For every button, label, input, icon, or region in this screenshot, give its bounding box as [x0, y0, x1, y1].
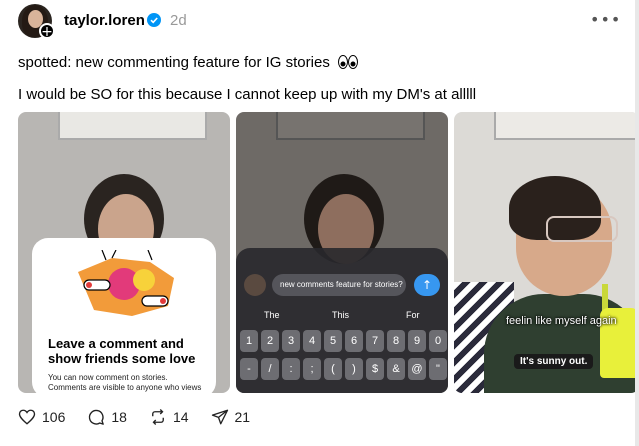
share-count: 21 — [234, 409, 251, 425]
sticker-text: It's sunny out. — [514, 354, 594, 369]
eyes-emoji-icon — [338, 55, 358, 69]
caption-line-1: spotted: new commenting feature for IG s… — [18, 53, 358, 71]
send-arrow-icon[interactable]: ↑ — [414, 274, 440, 296]
suggestion-3[interactable]: For — [406, 310, 420, 320]
post-time: 2d — [170, 12, 187, 29]
suggestion-1[interactable]: The — [264, 310, 280, 320]
key[interactable]: & — [387, 358, 405, 380]
keyboard-overlay: new comments feature for stories? ↑ The … — [236, 248, 448, 393]
media-image-2[interactable]: new comments feature for stories? ↑ The … — [236, 112, 448, 393]
key[interactable]: 1 — [240, 330, 258, 352]
key[interactable]: 4 — [303, 330, 321, 352]
comments-illustration — [78, 250, 174, 316]
key[interactable]: 6 — [345, 330, 363, 352]
key[interactable]: " — [429, 358, 447, 380]
digit-key-row: 1 2 3 4 5 6 7 8 9 0 — [240, 330, 447, 352]
key[interactable]: ; — [303, 358, 321, 380]
comment-input-row: new comments feature for stories? ↑ — [244, 274, 440, 296]
comment-count: 18 — [111, 409, 127, 425]
key[interactable]: 0 — [429, 330, 447, 352]
caption-text: spotted: new commenting feature for IG s… — [18, 54, 330, 71]
username[interactable]: taylor.loren — [64, 12, 145, 29]
thread-post: + taylor.loren 2d ••• spotted: new comme… — [0, 0, 639, 446]
key[interactable]: 8 — [387, 330, 405, 352]
key[interactable]: 2 — [261, 330, 279, 352]
comment-input[interactable]: new comments feature for stories? — [272, 274, 406, 296]
key[interactable]: 5 — [324, 330, 342, 352]
key[interactable]: 3 — [282, 330, 300, 352]
key[interactable]: / — [261, 358, 279, 380]
avatar — [244, 274, 266, 296]
symbol-key-row: - / : ; ( ) $ & @ " — [240, 358, 447, 380]
glasses — [546, 216, 618, 242]
share-button[interactable]: 21 — [211, 408, 251, 426]
follow-plus-icon[interactable]: + — [39, 23, 55, 40]
key[interactable]: @ — [408, 358, 426, 380]
key[interactable]: $ — [366, 358, 384, 380]
key[interactable]: 9 — [408, 330, 426, 352]
heart-icon — [18, 409, 36, 425]
key[interactable]: ) — [345, 358, 363, 380]
share-icon — [211, 409, 228, 425]
story-comments-promo-card: Leave a comment and show friends some lo… — [32, 238, 216, 393]
repost-button[interactable]: 14 — [149, 408, 189, 426]
key[interactable]: : — [282, 358, 300, 380]
key[interactable]: - — [240, 358, 258, 380]
repost-icon — [152, 409, 164, 425]
wall-poster — [494, 112, 639, 140]
media-image-3[interactable]: feelin like myself again It's sunny out. — [454, 112, 639, 393]
comment-button[interactable]: 18 — [87, 408, 127, 426]
video-subtitle: feelin like myself again — [506, 315, 617, 327]
like-button[interactable]: 106 — [18, 408, 65, 426]
key[interactable]: 7 — [366, 330, 384, 352]
scrollbar[interactable] — [635, 0, 639, 446]
wall-poster — [276, 112, 425, 140]
suggestion-2[interactable]: This — [332, 310, 349, 320]
wall-poster — [58, 112, 207, 140]
key[interactable]: ( — [324, 358, 342, 380]
repost-count: 14 — [172, 409, 189, 425]
media-image-1[interactable]: Leave a comment and show friends some lo… — [18, 112, 230, 393]
card-body: You can now comment on stories. Comments… — [48, 373, 202, 392]
more-icon[interactable]: ••• — [590, 10, 621, 29]
caption-line-2: I would be SO for this because I cannot … — [18, 86, 477, 103]
card-title: Leave a comment and show friends some lo… — [48, 336, 196, 366]
post-actions: 106 18 14 21 — [18, 408, 272, 426]
like-count: 106 — [42, 409, 66, 425]
verified-badge-icon — [147, 13, 161, 27]
comment-icon — [89, 409, 105, 425]
